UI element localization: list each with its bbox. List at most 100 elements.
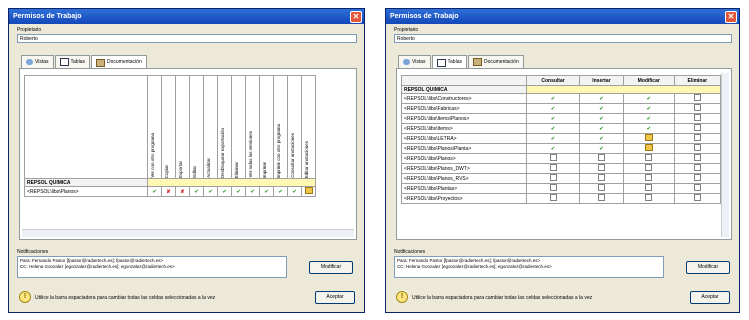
cell[interactable]: [673, 183, 722, 194]
checkbox-empty-icon: [597, 164, 605, 171]
tab-tablas[interactable]: Tablas: [431, 55, 467, 69]
tab-tablas[interactable]: Tablas: [54, 55, 90, 68]
cell[interactable]: ✔: [525, 143, 581, 154]
cell[interactable]: [525, 153, 581, 164]
table-row[interactable]: <REPSOL\libs\Fabricas> ✔ ✔ ✔: [401, 103, 722, 114]
cell[interactable]: ✔: [579, 93, 624, 104]
table-row[interactable]: <REPSOL\libs\Constructores> ✔ ✔ ✔: [401, 93, 722, 104]
tab-vistas[interactable]: Vistas: [21, 55, 54, 68]
cell[interactable]: ✔: [525, 133, 581, 144]
table-row[interactable]: <REPSOL\libs\Planos\Planta> ✔ ✔: [401, 143, 722, 154]
cell[interactable]: [673, 133, 722, 144]
table-row[interactable]: <REPSOL\libs\Proyectos>: [401, 193, 722, 204]
cell[interactable]: [525, 183, 581, 194]
cell[interactable]: ✔: [147, 186, 162, 197]
table-row[interactable]: <REPSOL\libs\Plantas>: [401, 183, 722, 194]
cell[interactable]: [673, 93, 722, 104]
notifications-field[interactable]: Para: Fernando Pastor [fpastor@radiertec…: [394, 256, 664, 278]
close-icon[interactable]: ✕: [725, 11, 737, 23]
cell[interactable]: [622, 173, 675, 184]
cell[interactable]: ✔: [622, 123, 675, 134]
cell[interactable]: ✔: [579, 123, 624, 134]
cell[interactable]: [673, 123, 722, 134]
cell[interactable]: [673, 193, 722, 204]
cell[interactable]: [673, 103, 722, 114]
check-icon: ✔: [646, 115, 651, 122]
cell[interactable]: ✔: [579, 103, 624, 114]
modify-button[interactable]: Modificar: [686, 261, 730, 274]
cell[interactable]: ✔: [217, 186, 232, 197]
horizontal-scrollbar[interactable]: [22, 229, 354, 237]
cell[interactable]: ✔: [525, 93, 581, 104]
modify-button[interactable]: Modificar: [309, 261, 353, 274]
cell[interactable]: [622, 193, 675, 204]
owner-field[interactable]: Roberto: [394, 34, 732, 43]
owner-field[interactable]: Roberto: [17, 34, 357, 43]
cell[interactable]: [622, 143, 675, 154]
cell[interactable]: [673, 163, 722, 174]
cell[interactable]: ✔: [203, 186, 218, 197]
cell[interactable]: ✔: [579, 143, 624, 154]
tab-vistas[interactable]: Vistas: [398, 55, 431, 68]
cell[interactable]: ✔: [579, 113, 624, 124]
hint-text: Utilice la barra espaciadora para cambia…: [412, 295, 593, 301]
row-label: <REPSOL\libs\Proyectos>: [401, 193, 527, 204]
cell[interactable]: ✔: [579, 133, 624, 144]
check-icon: ✔: [550, 135, 556, 142]
cell[interactable]: ✘: [175, 186, 190, 197]
table-row[interactable]: <REPSOL\libs\Planos> ✔ ✘ ✘ ✔ ✔ ✔ ✔ ✔ ✔ ✔…: [24, 186, 316, 197]
title-bar[interactable]: Permisos de Trabajo ✕: [386, 9, 739, 24]
cell[interactable]: [622, 183, 675, 194]
cell[interactable]: [579, 193, 624, 204]
cell[interactable]: ✔: [259, 186, 274, 197]
notifications-field[interactable]: Para: Fernando Pastor [fpastor@radiertec…: [17, 256, 287, 278]
cell[interactable]: ✔: [525, 123, 581, 134]
cell[interactable]: [673, 143, 722, 154]
cell[interactable]: ✔: [245, 186, 260, 197]
table-row[interactable]: <REPSOL\libs\Planos_RVS>: [401, 173, 722, 184]
cell[interactable]: ✔: [273, 186, 288, 197]
table-row[interactable]: <REPSOL\libs\Planos_DWT>: [401, 163, 722, 174]
cell[interactable]: ✔: [231, 186, 246, 197]
tab-documentacion[interactable]: Documentación: [467, 55, 524, 68]
cell[interactable]: [673, 113, 722, 124]
cell[interactable]: ✘: [161, 186, 176, 197]
cell[interactable]: [673, 173, 722, 184]
cell[interactable]: [622, 163, 675, 174]
tab-documentacion[interactable]: Documentación: [90, 55, 147, 69]
cell[interactable]: [579, 163, 624, 174]
close-icon[interactable]: ✕: [350, 11, 362, 23]
check-icon: ✔: [599, 125, 604, 132]
cell[interactable]: ✔: [525, 103, 581, 114]
cell[interactable]: [579, 173, 624, 184]
cell[interactable]: [579, 153, 624, 164]
cell[interactable]: [525, 163, 581, 174]
table-row[interactable]: <REPSOL\libs\Items\Planos> ✔ ✔ ✔: [401, 113, 722, 124]
cell[interactable]: [622, 133, 675, 144]
cell[interactable]: [301, 186, 316, 197]
cell[interactable]: ✔: [189, 186, 204, 197]
title-bar[interactable]: Permisos de Trabajo ✕: [9, 9, 364, 24]
accept-button[interactable]: Aceptar: [315, 291, 355, 304]
accept-button[interactable]: Aceptar: [690, 291, 730, 304]
cell[interactable]: [525, 173, 581, 184]
cell[interactable]: ✔: [622, 103, 675, 114]
row-label: <REPSOL\libs\Planos_DWT>: [401, 163, 527, 174]
cell[interactable]: [525, 193, 581, 204]
group-label: REPSOL QUIMICA: [401, 85, 527, 94]
vertical-scrollbar[interactable]: [721, 73, 729, 237]
cell[interactable]: [673, 153, 722, 164]
cell[interactable]: ✔: [525, 113, 581, 124]
cell[interactable]: ✔: [287, 186, 302, 197]
cell[interactable]: [579, 183, 624, 194]
notifications-label: Notificaciones: [394, 249, 426, 255]
cell[interactable]: ✔: [622, 93, 675, 104]
table-row[interactable]: <REPSOL\libs\LETRA> ✔ ✔: [401, 133, 722, 144]
check-icon: ✔: [550, 125, 556, 132]
table-row[interactable]: <REPSOL\libs\Items> ✔ ✔ ✔: [401, 123, 722, 134]
row-label: <REPSOL\libs\Fabricas>: [401, 103, 527, 114]
table-row[interactable]: <REPSOL\libs\Planos>: [401, 153, 722, 164]
cell[interactable]: [622, 153, 675, 164]
cell[interactable]: ✔: [622, 113, 675, 124]
col-header: Ver todas las versiones: [245, 75, 260, 179]
